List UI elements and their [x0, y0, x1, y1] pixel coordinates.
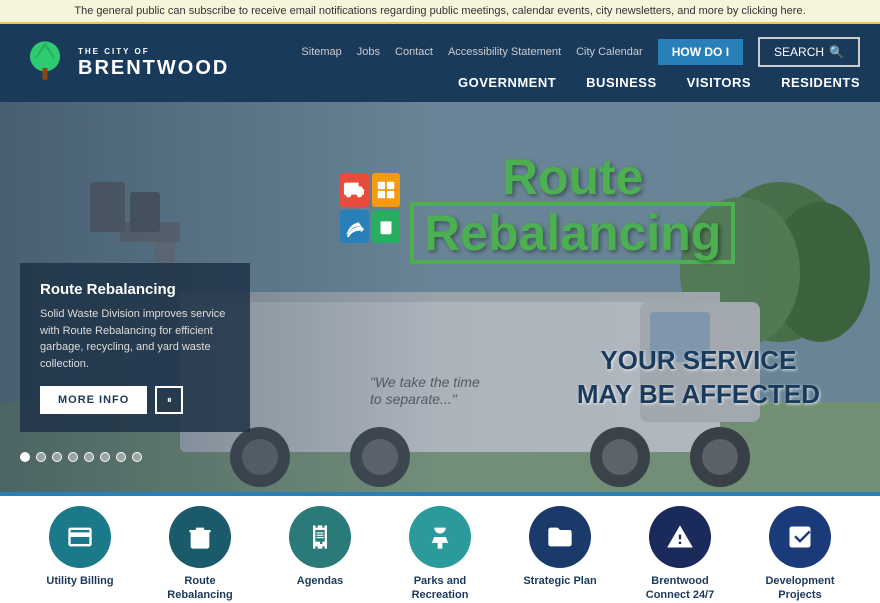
- dot-2[interactable]: [36, 452, 46, 462]
- route-logo: Route Rebalancing: [340, 152, 735, 264]
- logo-city-line: The City of: [78, 47, 150, 56]
- slide-controls: MORE INFO ⏸: [40, 386, 230, 414]
- nav-government[interactable]: GOVERNMENT: [458, 75, 556, 90]
- quick-link-connect[interactable]: BrentwoodConnect 24/7: [625, 506, 735, 603]
- parks-icon-circle: [409, 506, 471, 568]
- credit-card-icon: [66, 523, 94, 551]
- dot-1[interactable]: [20, 452, 30, 462]
- quick-link-development[interactable]: DevelopmentProjects: [745, 506, 855, 603]
- contact-link[interactable]: Contact: [395, 46, 433, 58]
- parks-label: Parks andRecreation: [412, 574, 469, 603]
- slideshow-dots: [20, 452, 142, 462]
- strategic-plan-icon-circle: [529, 506, 591, 568]
- notebook-icon: [306, 523, 334, 551]
- notification-bar: The general public can subscribe to rece…: [0, 0, 880, 24]
- agendas-icon-circle: [289, 506, 351, 568]
- logo-tree-icon: [20, 38, 70, 88]
- hero: "We take the time to separate...": [0, 102, 880, 492]
- accessibility-link[interactable]: Accessibility Statement: [448, 46, 561, 58]
- nav-business[interactable]: BUSINESS: [586, 75, 656, 90]
- agendas-label: Agendas: [297, 574, 343, 588]
- slide-content: Route Rebalancing Solid Waste Division i…: [20, 263, 250, 432]
- top-nav: Sitemap Jobs Contact Accessibility State…: [301, 37, 860, 90]
- pause-button[interactable]: ⏸: [155, 386, 183, 414]
- logo-text: The City of BRENTWOOD: [78, 46, 229, 81]
- quick-link-agendas[interactable]: Agendas: [265, 506, 375, 588]
- utility-billing-label: Utility Billing: [46, 574, 113, 588]
- slide-description: Solid Waste Division improves service wi…: [40, 306, 230, 372]
- service-line2: MAY BE AFFECTED: [577, 378, 820, 412]
- how-do-i-button[interactable]: HOW DO I: [658, 39, 743, 65]
- development-icon-circle: [769, 506, 831, 568]
- logo-city-name: BRENTWOOD: [78, 56, 229, 80]
- utility-billing-icon-circle: [49, 506, 111, 568]
- top-nav-links: Sitemap Jobs Contact Accessibility State…: [301, 37, 860, 67]
- strategic-plan-label: Strategic Plan: [523, 574, 596, 588]
- sitemap-link[interactable]: Sitemap: [301, 46, 341, 58]
- rebalancing-title: Rebalancing: [410, 202, 735, 264]
- connect-label: BrentwoodConnect 24/7: [646, 574, 714, 603]
- connect-icon-circle: [649, 506, 711, 568]
- header: The City of BRENTWOOD Sitemap Jobs Conta…: [0, 24, 880, 102]
- route-rebalancing-icon-circle: [169, 506, 231, 568]
- jobs-link[interactable]: Jobs: [357, 46, 380, 58]
- service-line1: YOUR SERVICE: [577, 344, 820, 378]
- dot-3[interactable]: [52, 452, 62, 462]
- search-label: SEARCH: [774, 45, 824, 59]
- development-label: DevelopmentProjects: [765, 574, 834, 603]
- search-icon: 🔍: [829, 45, 844, 59]
- dot-4[interactable]: [68, 452, 78, 462]
- dot-5[interactable]: [84, 452, 94, 462]
- service-affected-text: YOUR SERVICE MAY BE AFFECTED: [577, 344, 820, 412]
- tree-icon: [426, 523, 454, 551]
- dot-6[interactable]: [100, 452, 110, 462]
- more-info-button[interactable]: MORE INFO: [40, 386, 147, 414]
- quick-link-strategic-plan[interactable]: Strategic Plan: [505, 506, 615, 588]
- checklist-icon: [786, 523, 814, 551]
- dot-7[interactable]: [116, 452, 126, 462]
- quick-links-bar: Utility Billing RouteRebalancing Agendas…: [0, 492, 880, 599]
- quick-link-route-rebalancing[interactable]: RouteRebalancing: [145, 506, 255, 603]
- notification-text: The general public can subscribe to rece…: [74, 5, 805, 17]
- quick-link-utility-billing[interactable]: Utility Billing: [25, 506, 135, 588]
- route-rebalancing-label: RouteRebalancing: [167, 574, 232, 603]
- nav-visitors[interactable]: VISITORS: [687, 75, 751, 90]
- search-button[interactable]: SEARCH 🔍: [758, 37, 860, 67]
- quick-link-parks[interactable]: Parks andRecreation: [385, 506, 495, 603]
- city-calendar-link[interactable]: City Calendar: [576, 46, 643, 58]
- dot-8[interactable]: [132, 452, 142, 462]
- slide-title: Route Rebalancing: [40, 281, 230, 298]
- folder-icon: [546, 523, 574, 551]
- nav-residents[interactable]: RESIDENTS: [781, 75, 860, 90]
- route-title: Route: [410, 152, 735, 202]
- main-nav: GOVERNMENT BUSINESS VISITORS RESIDENTS: [458, 75, 860, 90]
- logo-area[interactable]: The City of BRENTWOOD: [20, 38, 229, 88]
- warning-icon: [666, 523, 694, 551]
- trash-icon: [186, 523, 214, 551]
